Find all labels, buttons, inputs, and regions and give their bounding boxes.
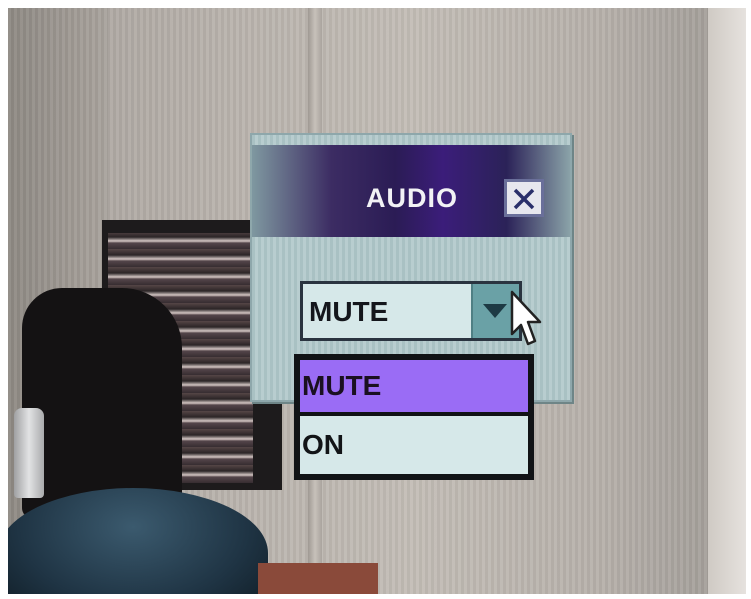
option-on[interactable]: ON	[300, 416, 528, 474]
audio-select[interactable]: MUTE	[300, 281, 522, 341]
audio-dropdown-list: MUTE ON	[294, 354, 534, 480]
audio-select-value: MUTE	[309, 296, 389, 327]
dialog-title: AUDIO	[366, 183, 458, 213]
background-chair	[22, 288, 182, 518]
dialog-titlebar: AUDIO	[252, 145, 570, 237]
camera-view: AUDIO MUTE MUTE ON	[8, 8, 746, 594]
chevron-down-icon	[483, 304, 507, 318]
cursor-icon	[510, 290, 542, 346]
close-icon	[513, 188, 535, 210]
background-desk	[258, 563, 378, 594]
background-edge	[708, 8, 746, 594]
option-mute[interactable]: MUTE	[300, 360, 528, 412]
background-bottle	[14, 408, 44, 498]
close-button[interactable]	[504, 179, 544, 217]
